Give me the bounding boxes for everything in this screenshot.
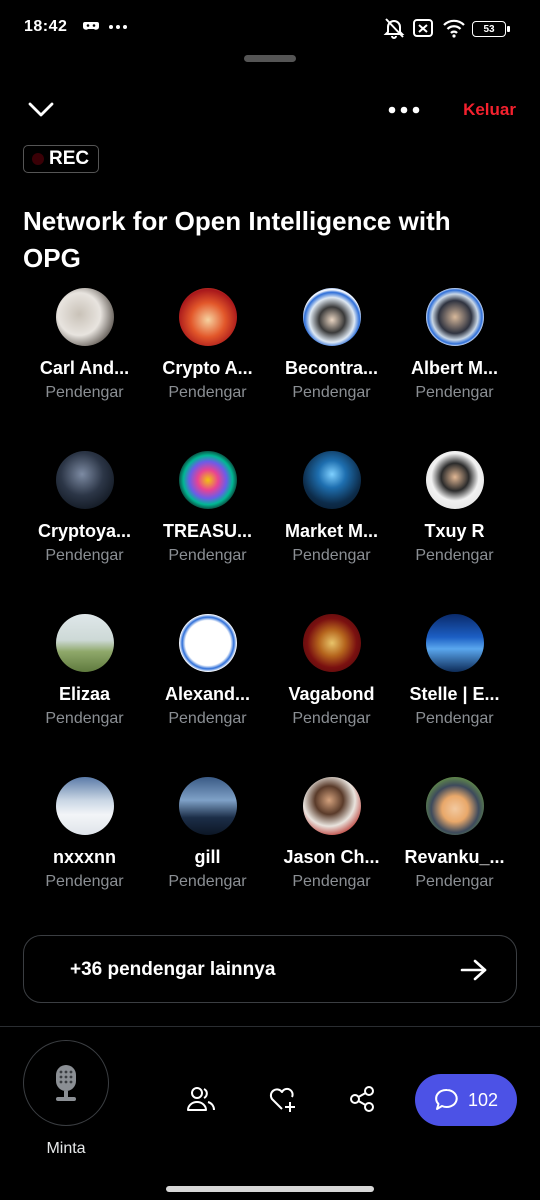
more-notifications-icon (109, 25, 127, 29)
participant[interactable]: gill Pendengar (146, 777, 269, 891)
comments-button[interactable]: 102 (415, 1074, 517, 1126)
battery-level: 53 (483, 23, 495, 35)
avatar (55, 614, 114, 672)
participant-name: Stelle | E... (409, 684, 500, 704)
share-icon[interactable] (349, 1085, 377, 1113)
participant-role: Pendengar (292, 710, 371, 727)
arrow-right-icon (460, 959, 487, 981)
battery-tip (507, 26, 510, 32)
home-indicator[interactable] (166, 1186, 374, 1192)
game-controller-icon (83, 22, 99, 30)
wifi-icon (443, 19, 465, 38)
participant-name: Jason Ch... (283, 847, 380, 867)
more-options-icon[interactable] (386, 98, 422, 122)
participant[interactable]: TREASU... Pendengar (146, 451, 269, 565)
participant[interactable]: Becontra... Pendengar (270, 288, 393, 402)
comment-bubble-icon (435, 1088, 458, 1110)
participant[interactable]: Txuy R Pendengar (393, 451, 516, 565)
people-icon[interactable] (186, 1085, 216, 1113)
avatar (302, 288, 361, 346)
participant[interactable]: Cryptoya... Pendengar (23, 451, 146, 565)
participant-name: Vagabond (288, 684, 375, 704)
participant-name: gill (194, 847, 221, 867)
participant-role: Pendengar (168, 547, 247, 564)
avatar (425, 614, 484, 672)
participant-name: Revanku_... (404, 847, 505, 867)
avatar (178, 777, 237, 835)
battery-icon: 53 (472, 21, 506, 37)
leave-button[interactable]: Keluar (463, 100, 516, 120)
participant[interactable]: Crypto A... Pendengar (146, 288, 269, 402)
participant-name: Albert M... (410, 358, 498, 378)
bell-muted-icon (383, 18, 405, 39)
participant-name: Market M... (284, 521, 379, 541)
participant-name: Becontra... (284, 358, 379, 378)
participant-name: Elizaa (58, 684, 111, 704)
collapse-chevron-icon[interactable] (26, 96, 56, 124)
participant-role: Pendengar (168, 384, 247, 401)
avatar (302, 451, 361, 509)
participant-role: Pendengar (292, 547, 371, 564)
participant-role: Pendengar (415, 873, 494, 890)
more-listeners-button[interactable]: +36 pendengar lainnya (23, 935, 517, 1003)
participant[interactable]: Vagabond Pendengar (270, 614, 393, 728)
participant-role: Pendengar (45, 873, 124, 890)
participant-role: Pendengar (168, 873, 247, 890)
participant-role: Pendengar (415, 710, 494, 727)
avatar (55, 288, 114, 346)
more-listeners-label: +36 pendengar lainnya (70, 959, 276, 980)
participant-role: Pendengar (415, 384, 494, 401)
participant-role: Pendengar (292, 873, 371, 890)
status-bar: 18:42 53 (0, 0, 540, 60)
avatar (178, 451, 237, 509)
divider (0, 1026, 540, 1027)
participant-name: TREASU... (162, 521, 252, 541)
heart-plus-icon[interactable] (268, 1085, 298, 1113)
drag-handle[interactable] (244, 55, 296, 62)
avatar (178, 288, 237, 346)
participant-name: Carl And... (39, 358, 130, 378)
avatar (55, 451, 114, 509)
avatar (302, 614, 361, 672)
participant[interactable]: nxxxnn Pendengar (23, 777, 146, 891)
recording-label: REC (49, 148, 90, 169)
no-sim-icon (413, 19, 433, 37)
avatar (178, 614, 237, 672)
avatar (55, 777, 114, 835)
participant[interactable]: Alexand... Pendengar (146, 614, 269, 728)
participant[interactable]: Carl And... Pendengar (23, 288, 146, 402)
status-time: 18:42 (24, 18, 68, 35)
participant-name: Alexand... (164, 684, 251, 704)
recording-badge: REC (23, 145, 99, 173)
participant[interactable]: Market M... Pendengar (270, 451, 393, 565)
participant-role: Pendengar (45, 384, 124, 401)
avatar (302, 777, 361, 835)
participant-name: Txuy R (424, 521, 485, 541)
participant-name: nxxxnn (52, 847, 117, 867)
comments-count: 102 (467, 1089, 499, 1110)
microphone-icon (56, 1065, 76, 1101)
avatar (425, 288, 484, 346)
request-label: Minta (46, 1140, 86, 1157)
participant[interactable]: Stelle | E... Pendengar (393, 614, 516, 728)
participant[interactable]: Revanku_... Pendengar (393, 777, 516, 891)
participant-role: Pendengar (168, 710, 247, 727)
avatar (425, 451, 484, 509)
participant-role: Pendengar (45, 710, 124, 727)
participant[interactable]: Albert M... Pendengar (393, 288, 516, 402)
participant-role: Pendengar (292, 384, 371, 401)
participant-role: Pendengar (45, 547, 124, 564)
recording-dot-icon (32, 153, 44, 165)
participant-name: Crypto A... (162, 358, 253, 378)
participant[interactable]: Jason Ch... Pendengar (270, 777, 393, 891)
avatar (425, 777, 484, 835)
participant-name: Cryptoya... (37, 521, 132, 541)
participant-role: Pendengar (415, 547, 494, 564)
request-to-speak-button[interactable] (23, 1040, 109, 1126)
participant[interactable]: Elizaa Pendengar (23, 614, 146, 728)
space-title: Network for Open Intelligence with OPG (23, 206, 451, 273)
